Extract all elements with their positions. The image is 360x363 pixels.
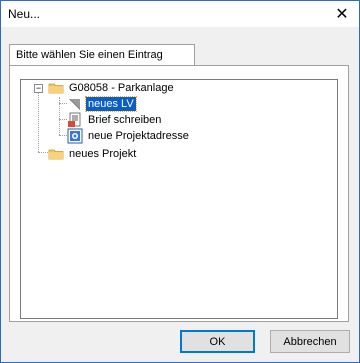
tree-item-neue-projektadresse[interactable]: neue Projektadresse [67, 128, 191, 144]
entry-tree[interactable]: − G08058 - Parkanlage neues LV Brief sch… [20, 79, 338, 319]
tree-item-neues-projekt[interactable]: neues Projekt [48, 146, 138, 162]
letter-icon [68, 112, 81, 127]
tree-item-neues-lv[interactable]: neues LV [67, 96, 137, 112]
lv-document-icon [69, 99, 80, 110]
tree-item-label: G08058 - Parkanlage [69, 82, 174, 94]
ok-button-label: OK [209, 335, 226, 348]
tree-item-label: neues LV [85, 96, 137, 112]
close-icon: ✕ [335, 6, 349, 23]
tab-label: Bitte wählen Sie einen Eintrag [16, 49, 163, 61]
folder-icon [48, 83, 64, 94]
tree-item-project-g08058[interactable]: G08058 - Parkanlage [48, 80, 176, 96]
folder-icon [48, 149, 64, 160]
title-bar[interactable]: Neu... ✕ [1, 1, 359, 27]
cancel-button[interactable]: Abbrechen [270, 330, 350, 353]
window-title: Neu... [8, 7, 41, 21]
tree-item-label: neues Projekt [69, 148, 137, 160]
tree-item-label: neue Projektadresse [88, 130, 189, 142]
tree-item-label: Brief schreiben [88, 114, 162, 126]
collapse-toggle[interactable]: − [34, 84, 43, 93]
cancel-button-label: Abbrechen [283, 335, 337, 348]
tree-item-brief-schreiben[interactable]: Brief schreiben [67, 112, 163, 128]
tab-select-entry[interactable]: Bitte wählen Sie einen Eintrag [9, 44, 195, 66]
close-button[interactable]: ✕ [325, 1, 359, 27]
address-card-icon [67, 128, 83, 144]
ok-button[interactable]: OK [180, 330, 255, 353]
